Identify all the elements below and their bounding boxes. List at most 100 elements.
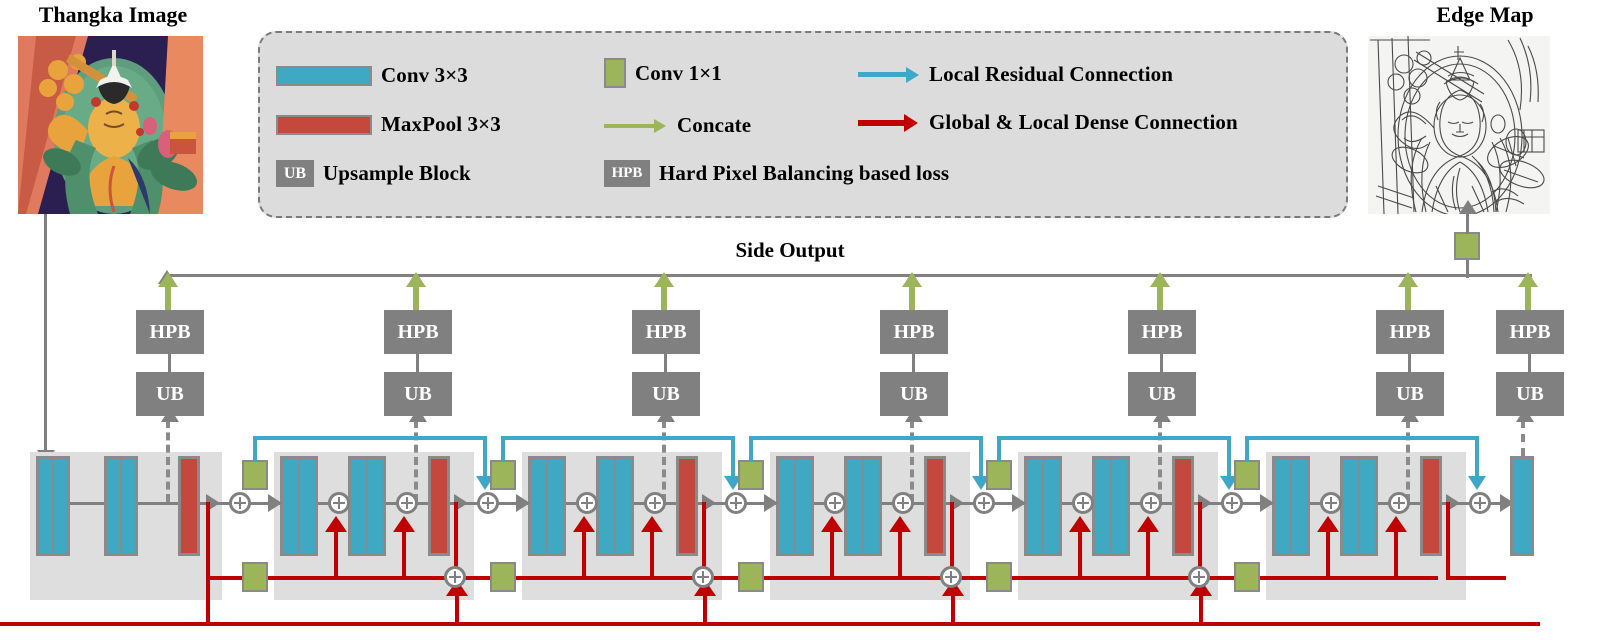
maxpool-block: [676, 456, 698, 556]
network-diagram: HPB UB HPB UB HPB UB HPB UB HPB UB HPB U…: [0, 0, 1623, 640]
stage-to-ub-dashed-line: [414, 420, 418, 502]
dense-arrowhead: [325, 516, 347, 532]
fusion-output-line: [1466, 258, 1469, 278]
residual-horizontal-line: [501, 436, 735, 440]
residual-down-line: [731, 436, 735, 478]
global-dense-bus: [0, 622, 1540, 626]
residual-down-line: [483, 436, 487, 478]
maxpool-block: [428, 456, 450, 556]
fusion-node: [1320, 492, 1342, 514]
conv-1x1-dense: [490, 562, 516, 592]
flow-arrowhead: [1012, 494, 1026, 512]
conv-block: [1510, 456, 1534, 556]
dense-arrowhead: [889, 516, 911, 532]
hpb-block: HPB: [880, 310, 948, 354]
maxpool-block: [1420, 456, 1442, 556]
fusion-node: [644, 492, 666, 514]
residual-horizontal-line: [749, 436, 983, 440]
concate-arrowhead: [902, 272, 922, 287]
dense-arrowhead: [821, 516, 843, 532]
dense-tap-line: [1446, 502, 1450, 578]
fusion-node: [328, 492, 350, 514]
ub-block: UB: [136, 372, 204, 416]
ub-block: UB: [880, 372, 948, 416]
concate-arrowhead: [1150, 272, 1170, 287]
fusion-to-edgemap-line: [1466, 212, 1469, 234]
stage-to-ub-dashed-line: [1406, 420, 1410, 502]
dense-riser: [830, 530, 834, 578]
side-output-bus: [165, 274, 1532, 277]
ub-block: UB: [632, 372, 700, 416]
fusion-node: [1140, 492, 1162, 514]
dense-riser: [1326, 530, 1330, 578]
residual-down-line: [1475, 436, 1479, 478]
concate-arrowhead: [1398, 272, 1418, 287]
conv-1x1-dense: [242, 562, 268, 592]
ub-block: UB: [1376, 372, 1444, 416]
ub-block: UB: [384, 372, 452, 416]
conv-block: [1340, 456, 1378, 556]
fusion-node: [892, 492, 914, 514]
conv-1x1-dense: [738, 562, 764, 592]
ub-to-hpb-line: [168, 354, 171, 372]
fusion-node: [1072, 492, 1094, 514]
conv-1x1-dense: [1234, 562, 1260, 592]
concate-arrowhead: [654, 272, 674, 287]
hpb-block: HPB: [136, 310, 204, 354]
maxpool-block: [1172, 456, 1194, 556]
flow-arrowhead: [1260, 494, 1274, 512]
dense-fusion-node: [692, 566, 714, 588]
fusion-node: [229, 492, 251, 514]
maxpool-block: [924, 456, 946, 556]
dense-fusion-node: [444, 566, 466, 588]
dense-riser: [402, 530, 406, 578]
fusion-node: [1469, 492, 1491, 514]
flow-arrowhead: [516, 494, 530, 512]
fusion-node: [725, 492, 747, 514]
residual-arrowhead: [1468, 476, 1486, 490]
ub-to-hpb-line: [1408, 354, 1411, 372]
fusion-node: [824, 492, 846, 514]
conv-block: [36, 456, 70, 556]
dense-arrowhead: [1317, 516, 1339, 532]
hpb-block: HPB: [632, 310, 700, 354]
dense-riser: [334, 530, 338, 578]
conv-block: [596, 456, 634, 556]
dense-fusion-node: [1188, 566, 1210, 588]
ub-block: UB: [1496, 372, 1564, 416]
dense-riser: [582, 530, 586, 578]
global-dense-riser: [951, 594, 955, 624]
conv-block: [1272, 456, 1310, 556]
fusion-node: [1221, 492, 1243, 514]
ub-to-hpb-line: [1160, 354, 1163, 372]
flow-arrowhead: [268, 494, 282, 512]
conv-1x1-residual: [738, 460, 764, 490]
concate-arrowhead: [406, 272, 426, 287]
stage-to-ub-dashed-line: [166, 420, 170, 502]
global-dense-riser: [455, 594, 459, 624]
conv-block: [348, 456, 386, 556]
ub-block: UB: [1128, 372, 1196, 416]
edge-map-arrowhead: [1459, 200, 1477, 214]
ub-to-hpb-line: [912, 354, 915, 372]
input-flow-line: [44, 214, 47, 452]
conv-block: [280, 456, 318, 556]
conv-block: [104, 456, 138, 556]
flow-arrowhead: [764, 494, 778, 512]
hpb-block: HPB: [384, 310, 452, 354]
stage-to-ub-dashed-line: [910, 420, 914, 502]
fusion-conv-1x1: [1454, 232, 1480, 260]
conv-block: [844, 456, 882, 556]
dense-arrowhead: [1069, 516, 1091, 532]
hpb-block: HPB: [1496, 310, 1564, 354]
dense-riser: [1394, 530, 1398, 578]
hpb-block: HPB: [1376, 310, 1444, 354]
local-dense-line: [1446, 576, 1506, 580]
residual-horizontal-line: [1245, 436, 1479, 440]
concate-arrowhead: [1518, 272, 1538, 287]
global-dense-riser: [1199, 594, 1203, 624]
conv-block: [1092, 456, 1130, 556]
dense-arrowhead: [393, 516, 415, 532]
concate-arrowhead: [158, 272, 178, 287]
dense-arrowhead: [1385, 516, 1407, 532]
